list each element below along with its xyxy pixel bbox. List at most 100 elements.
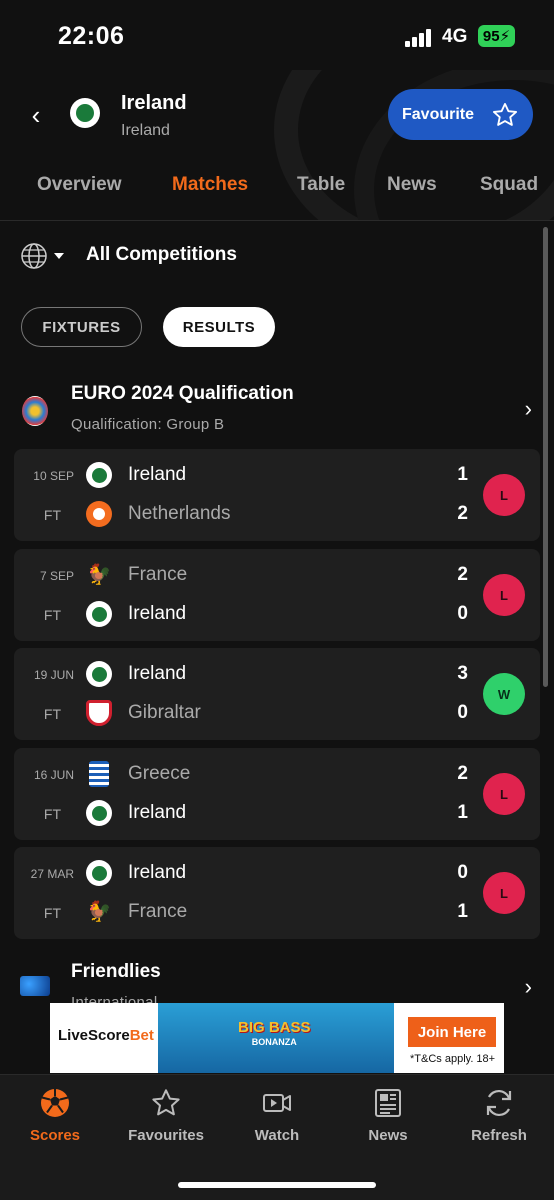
away-score: 0 bbox=[457, 603, 468, 624]
battery-icon: 95 ⚡ bbox=[478, 25, 515, 47]
nav-scores[interactable]: Scores bbox=[0, 1087, 110, 1144]
ireland-crest-icon bbox=[86, 601, 112, 627]
world-map-icon bbox=[20, 976, 50, 996]
league-name: Friendlies bbox=[71, 961, 161, 982]
away-team: France bbox=[128, 901, 188, 922]
match-status: FT bbox=[43, 507, 61, 523]
match-date: 7 SEP bbox=[39, 569, 74, 583]
home-team: Ireland bbox=[128, 663, 187, 684]
home-team: France bbox=[128, 564, 188, 585]
home-score: 1 bbox=[457, 464, 468, 485]
battery-level: 95 bbox=[482, 27, 500, 45]
tab-squad[interactable]: Squad bbox=[480, 174, 538, 196]
home-team: Ireland bbox=[128, 464, 187, 485]
nav-watch[interactable]: Watch bbox=[222, 1087, 332, 1144]
advertisement-banner[interactable]: LiveScoreBet BIG BASS BONANZA Join Here *… bbox=[50, 1003, 504, 1073]
network-type: 4G bbox=[442, 26, 468, 47]
gibraltar-crest-icon bbox=[86, 700, 112, 726]
match-card[interactable]: 19 JUN FT Ireland Gibraltar 3 0 W bbox=[14, 648, 540, 740]
scrollbar[interactable] bbox=[543, 227, 548, 687]
match-card[interactable]: 10 SEP FT Ireland Netherlands 1 2 L bbox=[14, 449, 540, 541]
team-name: Ireland bbox=[121, 92, 187, 114]
league-name: EURO 2024 Qualification bbox=[71, 383, 294, 404]
match-date: 19 JUN bbox=[33, 668, 74, 682]
nav-favourites[interactable]: Favourites bbox=[111, 1087, 221, 1144]
away-team: Ireland bbox=[128, 802, 187, 823]
signal-icon bbox=[405, 27, 433, 47]
home-score: 3 bbox=[457, 663, 468, 684]
results-button[interactable]: RESULTS bbox=[163, 307, 275, 347]
result-badge: W bbox=[483, 673, 525, 715]
ireland-crest-icon bbox=[86, 860, 112, 886]
away-team: Ireland bbox=[128, 603, 187, 624]
match-card[interactable]: 7 SEP FT 🐓 France Ireland 2 0 L bbox=[14, 549, 540, 641]
status-bar: 22:06 4G 95 ⚡ bbox=[0, 0, 554, 70]
ireland-crest-icon bbox=[86, 462, 112, 488]
fixtures-button[interactable]: FIXTURES bbox=[21, 307, 142, 347]
home-score: 2 bbox=[457, 763, 468, 784]
fai-crest-icon bbox=[70, 98, 100, 128]
favourite-label: Favourite bbox=[402, 105, 475, 123]
ad-game-title: BIG BASS BONANZA bbox=[238, 1019, 311, 1047]
home-indicator[interactable] bbox=[178, 1182, 376, 1188]
team-header: ‹ Ireland Ireland Favourite Overview Mat… bbox=[0, 70, 554, 220]
ireland-crest-icon bbox=[86, 661, 112, 687]
join-here-button[interactable]: Join Here bbox=[408, 1017, 496, 1047]
matches-content[interactable]: All Competitions FIXTURES RESULTS EURO 2… bbox=[0, 221, 554, 1074]
back-icon[interactable]: ‹ bbox=[24, 100, 48, 130]
team-tabs: Overview Matches Table News Squad bbox=[0, 174, 554, 214]
tab-overview[interactable]: Overview bbox=[37, 174, 122, 196]
favourite-button[interactable]: Favourite bbox=[388, 89, 533, 140]
ad-brand: LiveScoreBet bbox=[58, 1027, 154, 1044]
tab-news[interactable]: News bbox=[387, 174, 437, 196]
france-rooster-icon: 🐓 bbox=[86, 901, 112, 923]
match-date: 10 SEP bbox=[33, 469, 74, 483]
ad-terms: *T&Cs apply. 18+ bbox=[410, 1053, 496, 1065]
match-date: 16 JUN bbox=[33, 768, 74, 782]
away-score: 2 bbox=[457, 503, 468, 524]
home-team: Greece bbox=[128, 763, 191, 784]
result-badge: L bbox=[483, 773, 525, 815]
home-team: Ireland bbox=[128, 862, 187, 883]
tab-matches[interactable]: Matches bbox=[172, 174, 248, 196]
team-country: Ireland bbox=[121, 122, 170, 139]
nav-news[interactable]: News bbox=[333, 1087, 443, 1144]
result-badge: L bbox=[483, 474, 525, 516]
newspaper-icon bbox=[375, 1089, 401, 1117]
netherlands-crest-icon bbox=[86, 501, 112, 527]
home-score: 0 bbox=[457, 862, 468, 883]
away-score: 0 bbox=[457, 702, 468, 723]
home-score: 2 bbox=[457, 564, 468, 585]
league-stage: Qualification: Group B bbox=[71, 416, 225, 433]
away-score: 1 bbox=[457, 901, 468, 922]
competition-selector[interactable]: All Competitions bbox=[20, 239, 237, 273]
league-header-euro[interactable]: EURO 2024 Qualification Qualification: G… bbox=[0, 383, 554, 443]
result-badge: L bbox=[483, 872, 525, 914]
star-icon bbox=[492, 102, 518, 126]
away-team: Gibraltar bbox=[128, 702, 201, 723]
nav-refresh[interactable]: Refresh bbox=[444, 1087, 554, 1144]
match-status: FT bbox=[43, 607, 61, 623]
france-rooster-icon: 🐓 bbox=[86, 564, 112, 586]
result-badge: L bbox=[483, 574, 525, 616]
football-icon bbox=[41, 1089, 69, 1117]
away-score: 1 bbox=[457, 802, 468, 823]
competition-label: All Competitions bbox=[86, 244, 237, 265]
ireland-crest-icon bbox=[86, 800, 112, 826]
match-card[interactable]: 27 MAR FT 🐓 Ireland France 0 1 L bbox=[14, 847, 540, 939]
chevron-right-icon: › bbox=[524, 974, 532, 999]
greece-crest-icon bbox=[89, 761, 109, 787]
tab-table[interactable]: Table bbox=[297, 174, 345, 196]
away-team: Netherlands bbox=[128, 503, 231, 524]
star-icon bbox=[152, 1089, 180, 1116]
match-date: 27 MAR bbox=[30, 867, 74, 881]
caret-down-icon bbox=[54, 253, 64, 259]
match-card[interactable]: 16 JUN FT Greece Ireland 2 1 L bbox=[14, 748, 540, 840]
video-icon bbox=[263, 1094, 291, 1112]
clock: 22:06 bbox=[58, 22, 125, 50]
euro-2024-logo-icon bbox=[22, 396, 48, 426]
chevron-right-icon: › bbox=[524, 396, 532, 421]
ad-game-image: BIG BASS BONANZA bbox=[158, 1003, 394, 1073]
match-status: FT bbox=[43, 905, 61, 921]
globe-icon bbox=[21, 243, 47, 269]
